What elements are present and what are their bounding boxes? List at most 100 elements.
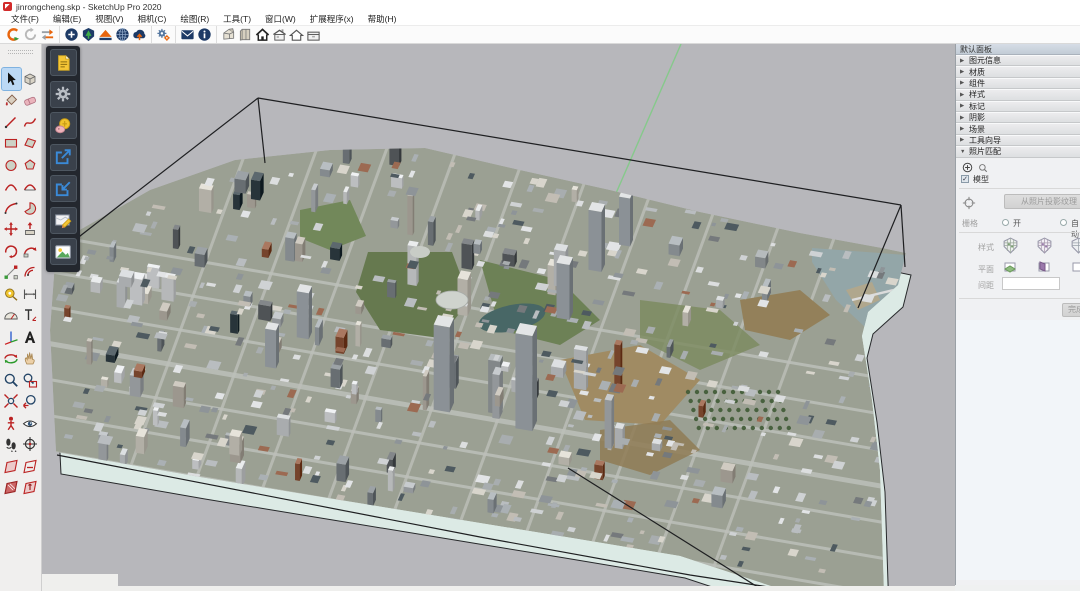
terrain-layers-icon[interactable] [97, 27, 114, 43]
pan-tool[interactable] [21, 348, 40, 370]
3d-text-tool[interactable] [21, 326, 40, 348]
info-icon[interactable] [196, 27, 213, 43]
storage-box-icon[interactable] [305, 27, 322, 43]
export-icon[interactable] [50, 144, 77, 171]
done-button[interactable]: 完成 [1062, 303, 1080, 317]
tray-section-6[interactable]: ▶阴影 [956, 112, 1080, 123]
zoom-previous-tool[interactable] [21, 391, 40, 413]
menu-item-4[interactable]: 相机(C) [131, 13, 174, 25]
enscape-icon[interactable] [5, 27, 22, 43]
style-option-3-icon[interactable] [1070, 237, 1080, 254]
cloud-upload-icon[interactable] [131, 27, 148, 43]
section-fill-tool[interactable] [2, 477, 21, 499]
house-outline-icon[interactable] [288, 27, 305, 43]
select-tool[interactable] [2, 68, 21, 90]
section-plane-tool[interactable] [2, 455, 21, 477]
model-viewport-scene[interactable] [42, 44, 955, 591]
tape-measure-tool[interactable] [2, 283, 21, 305]
photo-image-icon[interactable] [50, 238, 77, 265]
zoom-tool[interactable] [2, 369, 21, 391]
zoom-window-tool[interactable] [21, 369, 40, 391]
menu-item-2[interactable]: 编辑(E) [46, 13, 88, 25]
gears-icon[interactable] [155, 27, 172, 43]
pie-tool[interactable] [21, 197, 40, 219]
menu-item-8[interactable]: 扩展程序(x) [303, 13, 361, 25]
section-display-tool[interactable] [21, 455, 40, 477]
section-both-tool[interactable] [21, 477, 40, 499]
tray-section-3[interactable]: ▶组件 [956, 78, 1080, 89]
tray-section-2[interactable]: ▶材质 [956, 66, 1080, 77]
circle-tool[interactable] [2, 154, 21, 176]
position-camera-tool[interactable] [2, 412, 21, 434]
tray-section-9[interactable]: ▼照片匹配 [956, 146, 1080, 157]
line-tool[interactable] [2, 111, 21, 133]
edit-photo-icon[interactable] [978, 163, 988, 173]
zoom-extents-tool[interactable] [2, 391, 21, 413]
palette-drag-handle[interactable] [8, 50, 33, 54]
follow-me-tool[interactable] [21, 240, 40, 262]
house-chimney-icon[interactable] [271, 27, 288, 43]
add-circle-icon[interactable] [63, 27, 80, 43]
mail-icon[interactable] [179, 27, 196, 43]
tray-section-8[interactable]: ▶工具向导 [956, 135, 1080, 146]
tray-section-1[interactable]: ▶图元信息 [956, 55, 1080, 66]
style-option-2-icon[interactable] [1036, 237, 1053, 254]
gear-icon[interactable] [50, 81, 77, 108]
refresh-icon[interactable] [22, 27, 39, 43]
home-icon[interactable] [254, 27, 271, 43]
new-matched-photo-icon[interactable] [962, 162, 973, 173]
city-model[interactable] [46, 135, 910, 591]
grid-on-radio[interactable] [1002, 219, 1009, 226]
dimensions-tool[interactable] [21, 283, 40, 305]
tray-section-5[interactable]: ▶标记 [956, 101, 1080, 112]
scale-tool[interactable] [2, 262, 21, 284]
freehand-tool[interactable] [21, 111, 40, 133]
menu-item-1[interactable]: 文件(F) [4, 13, 46, 25]
rotated-rectangle-tool[interactable] [21, 133, 40, 155]
wireframe-globe-icon[interactable] [114, 27, 131, 43]
polygon-tool[interactable] [21, 154, 40, 176]
make-component-tool[interactable] [21, 68, 40, 90]
planes-option-3-icon[interactable] [1070, 259, 1080, 275]
planes-option-1-icon[interactable] [1002, 259, 1018, 275]
coins-icon[interactable] [50, 112, 77, 139]
arc-3pt-tool[interactable] [2, 197, 21, 219]
offset-tool[interactable] [21, 262, 40, 284]
menu-item-6[interactable]: 工具(T) [216, 13, 258, 25]
tray-section-7[interactable]: ▶场景 [956, 123, 1080, 134]
menu-item-5[interactable]: 绘图(R) [173, 13, 216, 25]
tray-header[interactable]: 默认面板 [956, 44, 1080, 55]
tree-shield-icon[interactable] [80, 27, 97, 43]
move-tool[interactable] [2, 219, 21, 241]
spacing-input[interactable] [1002, 277, 1060, 290]
style-option-1-icon[interactable] [1002, 237, 1019, 254]
eraser-tool[interactable] [21, 90, 40, 112]
push-pull-tool[interactable] [21, 219, 40, 241]
arc-tool[interactable] [21, 176, 40, 198]
axes-tool[interactable] [2, 326, 21, 348]
project-textures-button[interactable]: 从照片投影纹理 [1004, 194, 1080, 209]
cabinet-icon[interactable] [237, 27, 254, 43]
match-crosshair-icon[interactable] [962, 196, 976, 210]
paint-bucket-tool[interactable] [2, 90, 21, 112]
orbit-tool[interactable] [2, 348, 21, 370]
viewport-canvas[interactable] [42, 44, 955, 591]
rectangle-tool[interactable] [2, 133, 21, 155]
menu-item-7[interactable]: 窗口(W) [258, 13, 303, 25]
transfer-icon[interactable] [39, 27, 56, 43]
document-icon[interactable] [50, 49, 77, 76]
target-tool[interactable] [21, 434, 40, 456]
walk-tool[interactable] [2, 434, 21, 456]
rotate-tool[interactable] [2, 240, 21, 262]
menu-item-9[interactable]: 帮助(H) [361, 13, 404, 25]
arc-2pt-tool[interactable] [2, 176, 21, 198]
tray-section-4[interactable]: ▶样式 [956, 89, 1080, 100]
planes-option-2-icon[interactable] [1036, 259, 1052, 275]
grid-auto-radio[interactable] [1060, 219, 1067, 226]
sketch-annotate-icon[interactable] [50, 207, 77, 234]
menu-item-3[interactable]: 视图(V) [88, 13, 130, 25]
protractor-tool[interactable] [2, 305, 21, 327]
house-3d-icon[interactable] [220, 27, 237, 43]
text-tool[interactable] [21, 305, 40, 327]
model-checkbox[interactable]: ✓ [961, 175, 969, 183]
